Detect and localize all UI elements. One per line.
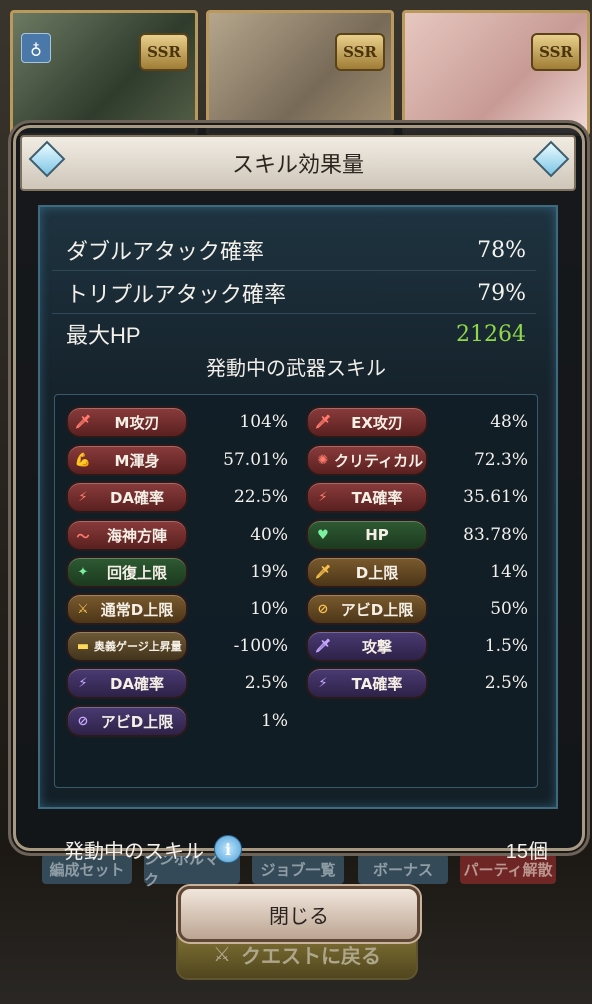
character-cards: ♁ SSR SSR SSR (10, 10, 592, 136)
skill-entry: 🗡 EX攻刃 48% (306, 406, 528, 438)
skill-entry: ⚡ DA確率 22.5% (66, 481, 288, 513)
skill-entry: 🗡 M攻刃 104% (66, 406, 288, 438)
skill-badge: 🗡 攻撃 (306, 630, 428, 662)
stat-value-hp: 21264 (456, 321, 526, 347)
skill-entry: ⚡ DA確率 2.5% (66, 667, 288, 699)
skill-value: 50% (490, 599, 528, 619)
sword-icon: 🗡 (74, 414, 92, 430)
cross-swords-icon: ⚔ (77, 601, 89, 617)
skill-entry: ⚔ 通常D上限 10% (66, 593, 288, 625)
stat-value: 78% (477, 237, 526, 263)
wave-icon: 〜 (76, 529, 90, 545)
skill-badge: 💪 M渾身 (66, 444, 188, 476)
skill-value: 104% (239, 412, 288, 432)
skill-badge: 〜海神方陣 (66, 519, 188, 551)
triple-slash-icon: ⚡ (318, 675, 328, 691)
weapon-skills-heading: 発動中の武器スキル (206, 358, 386, 380)
triple-slash-icon: ⚡ (318, 489, 328, 505)
skill-badge: ⚡ DA確率 (66, 667, 188, 699)
skill-badge: ⚡ DA確率 (66, 481, 188, 513)
skill-badge: 🗡 EX攻刃 (306, 406, 428, 438)
gauge-icon: ▬ (76, 638, 90, 654)
stat-label: トリプルアタック確率 (66, 282, 287, 307)
muscle-icon: 💪 (74, 452, 92, 468)
skill-badge: ⊘ アビD上限 (306, 593, 428, 625)
skill-value: -100% (233, 636, 288, 656)
sword-icon: 🗡 (314, 564, 332, 580)
skill-value: 14% (490, 562, 528, 582)
striped-circle-icon: ⊘ (317, 601, 329, 617)
skill-value: 10% (250, 599, 288, 619)
skill-badge: ⚡ TA確率 (306, 481, 428, 513)
stat-label: 最大HP (66, 323, 141, 348)
character-card[interactable]: ♁ SSR (10, 10, 198, 136)
dialog-title: スキル効果量 (231, 152, 364, 177)
skill-entry: ▬ 奥義ゲージ上昇量 -100% (66, 630, 288, 662)
skill-value: 22.5% (233, 487, 288, 507)
ssr-badge: SSR (335, 33, 385, 71)
skill-entry: ⚡ TA確率 2.5% (306, 667, 528, 699)
skill-badge: ♥ HP (306, 519, 428, 551)
skill-badge: ⊘ アビD上限 (66, 705, 188, 737)
heart-icon: ♥ (317, 527, 329, 543)
ssr-badge: SSR (139, 33, 189, 71)
dialog-title-bar: スキル効果量 (20, 135, 576, 191)
character-card[interactable]: SSR (402, 10, 590, 136)
sparkle-icon: ✦ (77, 564, 89, 580)
skill-value: 2.5% (244, 673, 288, 693)
skill-value: 19% (250, 562, 288, 582)
crossed-swords-icon: ⚔ (213, 942, 231, 966)
skill-value: 83.78% (463, 525, 528, 545)
character-card[interactable]: SSR (206, 10, 394, 136)
skill-entry: ⚡ TA確率 35.61% (306, 481, 528, 513)
sword-icon: 🗡 (314, 414, 332, 430)
skill-entry: ⊘ アビD上限 1% (66, 705, 288, 737)
stat-label: ダブルアタック確率 (66, 239, 265, 264)
skill-entry: 🗡 D上限 14% (306, 556, 528, 588)
quest-button-label: クエストに戻る (240, 943, 381, 968)
skill-entry: ♥ HP 83.78% (306, 519, 528, 551)
skill-value: 35.61% (463, 487, 528, 507)
striped-circle-icon: ⊘ (77, 713, 89, 729)
skill-value: 1.5% (484, 636, 528, 656)
active-skills-label: 発動中のスキル (64, 840, 204, 863)
active-skills-footer: 発動中のスキル i 15個 (20, 834, 572, 864)
skill-value: 40% (250, 525, 288, 545)
skill-entry: 💪 M渾身 57.01% (66, 444, 288, 476)
close-button[interactable]: 閉じる (178, 886, 420, 942)
stat-value: 79% (477, 280, 526, 306)
skill-value: 1% (261, 711, 288, 731)
ssr-badge: SSR (531, 33, 581, 71)
stat-row-triple-attack: トリプルアタック確率 79% (52, 273, 536, 314)
skill-value: 2.5% (484, 673, 528, 693)
skill-badge: ✦ 回復上限 (66, 556, 188, 588)
double-slash-icon: ⚡ (78, 675, 88, 691)
skill-entry: ⊘ アビD上限 50% (306, 593, 528, 625)
skill-badge: 🗡 M攻刃 (66, 406, 188, 438)
skill-entry: 🗡 攻撃 1.5% (306, 630, 528, 662)
skill-badge: ▬ 奥義ゲージ上昇量 (66, 630, 188, 662)
sword-icon: 🗡 (314, 638, 332, 654)
skill-entry: ✺ クリティカル 72.3% (306, 444, 528, 476)
burst-icon: ✺ (317, 452, 329, 468)
double-slash-icon: ⚡ (78, 489, 88, 505)
info-icon[interactable]: i (214, 835, 242, 863)
skill-entry: 〜海神方陣 40% (66, 519, 288, 551)
skill-value: 72.3% (473, 450, 528, 470)
skill-badge: ✺ クリティカル (306, 444, 428, 476)
active-skills-count: 15個 (505, 840, 548, 863)
skill-value: 48% (490, 412, 528, 432)
element-icon: ♁ (21, 33, 51, 63)
stat-row-double-attack: ダブルアタック確率 78% (52, 230, 536, 271)
skill-entry: ✦ 回復上限 19% (66, 556, 288, 588)
skill-badge: ⚔ 通常D上限 (66, 593, 188, 625)
skill-badge: 🗡 D上限 (306, 556, 428, 588)
skill-badge: ⚡ TA確率 (306, 667, 428, 699)
stat-row-max-hp: 最大HP 21264 (52, 314, 536, 354)
skill-value: 57.01% (223, 450, 288, 470)
